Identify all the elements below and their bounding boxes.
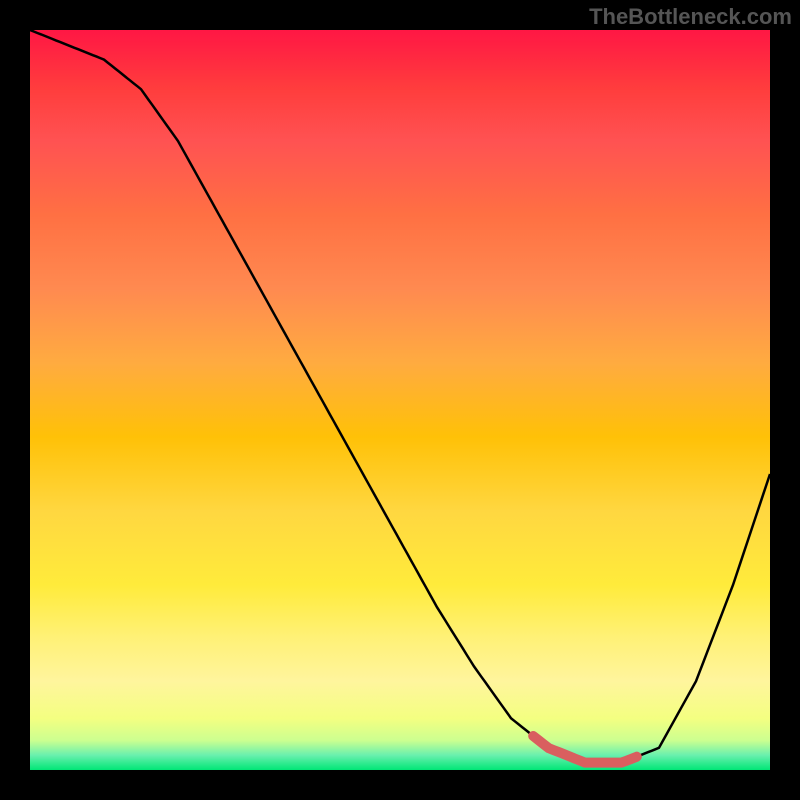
chart-svg: [30, 30, 770, 770]
chart-plot-area: [30, 30, 770, 770]
watermark-text: TheBottleneck.com: [589, 4, 792, 30]
bottleneck-curve-line: [30, 30, 770, 763]
optimal-range-highlight: [533, 736, 637, 763]
